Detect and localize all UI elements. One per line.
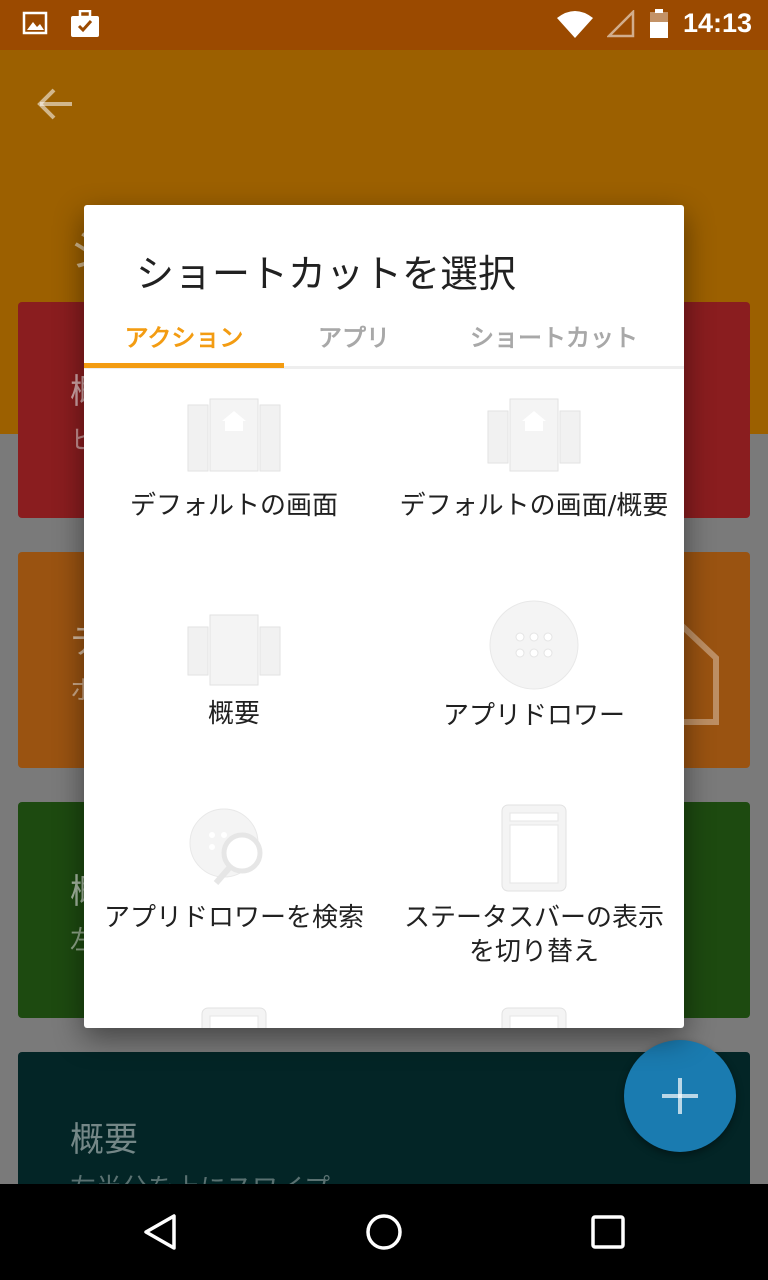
item-label: アプリドロワーを検索 <box>103 903 364 933</box>
action-item-overview[interactable]: 概要 <box>84 591 384 781</box>
statusbar-toggle-icon <box>501 804 567 892</box>
recents-nav-icon[interactable] <box>588 1212 628 1252</box>
action-item-search-drawer[interactable]: アプリドロワーを検索 <box>84 801 384 1011</box>
action-item-home-overview[interactable]: デフォルトの画面/概要 <box>384 371 684 571</box>
plus-icon <box>662 1078 698 1114</box>
card-title: 概要 <box>70 1120 138 1160</box>
partial-row-icons <box>201 1007 567 1028</box>
app-drawer-icon <box>489 600 579 690</box>
item-label: デフォルトの画面 <box>129 491 338 521</box>
tab-shortcuts[interactable]: ショートカット <box>454 315 654 361</box>
action-grid: デフォルトの画面 デフォルトの画面/概要 概要 アプリドロワー アプリドロワーを… <box>84 371 684 1028</box>
briefcase-check-icon <box>71 10 99 37</box>
action-item-app-drawer[interactable]: アプリドロワー <box>384 591 684 781</box>
item-label: アプリドロワー <box>442 701 625 731</box>
item-label: ステータスバーの表示を切り替え <box>403 903 664 967</box>
tab-bar: アクション アプリ ショートカット <box>84 305 684 369</box>
item-label: 概要 <box>207 699 260 729</box>
dialog-title: ショートカットを選択 <box>136 252 517 296</box>
image-notification-icon <box>22 11 48 35</box>
tab-indicator <box>84 363 284 368</box>
status-bar: 14:13 <box>0 0 768 50</box>
search-drawer-icon <box>189 808 263 885</box>
add-fab-button[interactable] <box>624 1040 736 1152</box>
cell-signal-icon <box>606 9 635 37</box>
home-nav-icon[interactable] <box>364 1212 404 1252</box>
tab-apps[interactable]: アプリ <box>254 315 454 361</box>
action-item-home[interactable]: デフォルトの画面 <box>84 371 384 571</box>
action-item-statusbar-toggle[interactable]: ステータスバーの表示を切り替え <box>384 801 684 1011</box>
item-label: デフォルトの画面/概要 <box>399 491 669 521</box>
home-overview-icon <box>487 398 581 472</box>
overview-icon <box>187 614 281 686</box>
navigation-bar <box>0 1184 768 1280</box>
back-arrow-icon[interactable] <box>36 84 76 124</box>
back-nav-icon[interactable] <box>140 1212 180 1252</box>
battery-icon <box>649 8 668 38</box>
clock: 14:13 <box>682 8 752 38</box>
wifi-icon <box>556 10 593 38</box>
home-screen-icon <box>187 398 281 472</box>
shortcut-dialog: ショートカットを選択 アクション アプリ ショートカット デフォルトの画面 デフ… <box>84 205 684 1028</box>
